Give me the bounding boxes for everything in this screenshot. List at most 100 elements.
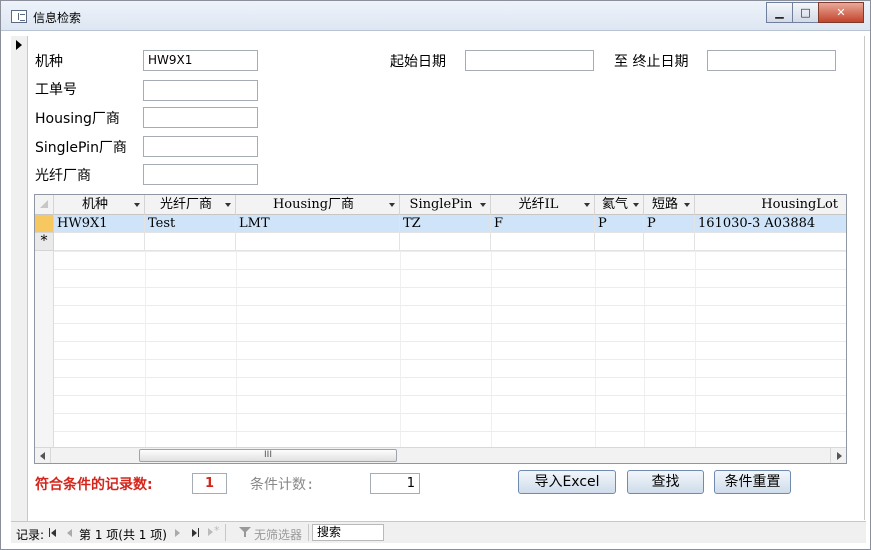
new-cell[interactable] bbox=[644, 233, 695, 251]
grid-line bbox=[595, 251, 596, 449]
singlepin-vendor-input[interactable] bbox=[143, 136, 258, 157]
scroll-right-icon[interactable] bbox=[830, 448, 846, 463]
model-input[interactable]: HW9X1 bbox=[143, 50, 258, 71]
match-count-label: 符合条件的记录数: bbox=[35, 477, 153, 493]
previous-record-icon[interactable] bbox=[67, 529, 72, 537]
window-controls: ▁ □ ✕ bbox=[766, 2, 864, 23]
cell-singlepin[interactable]: TZ bbox=[400, 215, 491, 233]
current-record-arrow-icon bbox=[16, 40, 22, 50]
singlepin-vendor-label: SinglePin厂商 bbox=[35, 140, 127, 156]
start-date-label: 起始日期 bbox=[390, 54, 446, 70]
last-record-icon[interactable] bbox=[192, 529, 197, 537]
new-cell[interactable] bbox=[400, 233, 491, 251]
new-record-icon[interactable] bbox=[208, 524, 220, 537]
column-header-short[interactable]: 短路 bbox=[644, 195, 695, 215]
record-search-input[interactable]: 搜索 bbox=[312, 524, 384, 541]
new-cell[interactable] bbox=[695, 233, 846, 251]
housing-vendor-label: Housing厂商 bbox=[35, 111, 120, 127]
minimize-button[interactable]: ▁ bbox=[766, 2, 793, 23]
new-cell[interactable] bbox=[491, 233, 595, 251]
first-record-icon[interactable] bbox=[51, 529, 56, 537]
new-record-marker: * bbox=[35, 233, 54, 251]
datasheet-header: 机种 光纤厂商 Housing厂商 SinglePin 光纤IL 氦气 短路 H… bbox=[35, 195, 846, 215]
separator bbox=[225, 524, 226, 541]
row-selector[interactable] bbox=[35, 215, 54, 233]
title-bar: 信息检索 ▁ □ ✕ bbox=[1, 1, 870, 31]
column-header-helium[interactable]: 氦气 bbox=[595, 195, 644, 215]
separator bbox=[308, 524, 309, 541]
filter-status[interactable]: 无筛选器 bbox=[254, 526, 302, 543]
reset-conditions-button[interactable]: 条件重置 bbox=[714, 470, 791, 494]
cell-helium[interactable]: P bbox=[595, 215, 644, 233]
form-icon bbox=[11, 10, 27, 23]
grid-line bbox=[644, 251, 645, 449]
fiber-vendor-input[interactable] bbox=[143, 164, 258, 185]
chevron-down-icon[interactable] bbox=[389, 203, 395, 207]
record-position[interactable]: 第 1 项(共 1 项) bbox=[79, 526, 167, 543]
close-icon: ✕ bbox=[836, 6, 846, 19]
form-right-border bbox=[864, 36, 865, 520]
maximize-button[interactable]: □ bbox=[792, 2, 819, 23]
chevron-down-icon[interactable] bbox=[633, 203, 639, 207]
table-row[interactable]: HW9X1 Test LMT TZ F P P 161030-3 A03884 bbox=[35, 215, 846, 233]
minimize-icon: ▁ bbox=[775, 6, 784, 19]
import-excel-button[interactable]: 导入Excel bbox=[518, 470, 616, 494]
cell-fiber-il[interactable]: F bbox=[491, 215, 595, 233]
access-form-window: 信息检索 ▁ □ ✕ 机种 HW9X1 工单号 Housing厂商 Single… bbox=[0, 0, 871, 550]
model-label: 机种 bbox=[35, 54, 63, 70]
record-navigation-bar: 记录: 第 1 项(共 1 项) 无筛选器 搜索 bbox=[11, 521, 866, 543]
maximize-icon: □ bbox=[800, 6, 811, 19]
column-header-fiber-il[interactable]: 光纤IL bbox=[491, 195, 595, 215]
new-record-row[interactable]: * bbox=[35, 233, 846, 251]
last-record-icon-bar bbox=[198, 528, 199, 537]
empty-datasheet-area bbox=[35, 251, 846, 449]
grid-line bbox=[400, 251, 401, 449]
grid-line bbox=[491, 251, 492, 449]
workorder-label: 工单号 bbox=[35, 82, 77, 98]
cell-housing-vendor[interactable]: LMT bbox=[236, 215, 400, 233]
column-header-model[interactable]: 机种 bbox=[54, 195, 145, 215]
scrollbar-thumb[interactable]: III bbox=[139, 449, 397, 462]
select-all-corner[interactable] bbox=[35, 195, 54, 215]
horizontal-scrollbar[interactable]: III bbox=[35, 447, 846, 463]
new-cell[interactable] bbox=[145, 233, 236, 251]
cell-short[interactable]: P bbox=[644, 215, 695, 233]
column-header-fiber-vendor[interactable]: 光纤厂商 bbox=[145, 195, 236, 215]
chevron-down-icon[interactable] bbox=[225, 203, 231, 207]
cell-model[interactable]: HW9X1 bbox=[54, 215, 145, 233]
condition-count-value: 1 bbox=[370, 473, 420, 494]
close-button[interactable]: ✕ bbox=[818, 2, 864, 23]
cell-housing-lot[interactable]: 161030-3 A03884 bbox=[695, 215, 846, 233]
chevron-down-icon[interactable] bbox=[480, 203, 486, 207]
column-header-housing-vendor[interactable]: Housing厂商 bbox=[236, 195, 400, 215]
end-date-label: 至 终止日期 bbox=[614, 54, 689, 70]
column-header-housing-lot[interactable]: HousingLot bbox=[695, 195, 846, 215]
next-record-icon[interactable] bbox=[175, 529, 180, 537]
housing-vendor-input[interactable] bbox=[143, 107, 258, 128]
first-record-icon-bar bbox=[49, 528, 50, 537]
grid-line bbox=[236, 251, 237, 449]
form-record-selector[interactable] bbox=[11, 36, 28, 521]
chevron-down-icon[interactable] bbox=[134, 203, 140, 207]
column-header-singlepin[interactable]: SinglePin bbox=[400, 195, 491, 215]
new-cell[interactable] bbox=[54, 233, 145, 251]
fiber-vendor-label: 光纤厂商 bbox=[35, 168, 91, 184]
workorder-input[interactable] bbox=[143, 80, 258, 101]
row-selector-column bbox=[35, 251, 54, 449]
start-date-input[interactable] bbox=[465, 50, 594, 71]
condition-count-label: 条件计数: bbox=[250, 477, 315, 493]
chevron-down-icon[interactable] bbox=[584, 203, 590, 207]
new-cell[interactable] bbox=[595, 233, 644, 251]
match-count-value: 1 bbox=[192, 473, 227, 494]
chevron-down-icon[interactable] bbox=[684, 203, 690, 207]
grid-line bbox=[145, 251, 146, 449]
window-title: 信息检索 bbox=[33, 11, 82, 25]
results-datasheet[interactable]: 机种 光纤厂商 Housing厂商 SinglePin 光纤IL 氦气 短路 H… bbox=[34, 194, 847, 464]
scroll-left-icon[interactable] bbox=[35, 448, 51, 463]
cell-fiber-vendor[interactable]: Test bbox=[145, 215, 236, 233]
record-label: 记录: bbox=[16, 528, 45, 542]
new-cell[interactable] bbox=[236, 233, 400, 251]
filter-icon bbox=[239, 527, 251, 538]
search-button[interactable]: 查找 bbox=[627, 470, 704, 494]
end-date-input[interactable] bbox=[707, 50, 836, 71]
